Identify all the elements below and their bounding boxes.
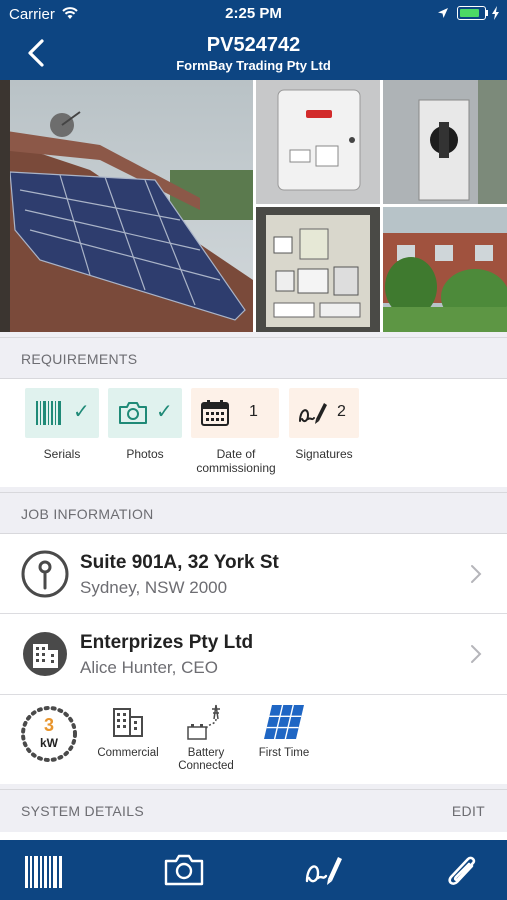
photo-grid: [0, 80, 507, 332]
battery-label-line1: Battery: [187, 747, 225, 759]
system-size-value: 3: [43, 715, 54, 735]
edit-button[interactable]: EDIT: [452, 803, 485, 819]
system-details-header-label: SYSTEM DETAILS: [21, 803, 144, 819]
requirement-serials[interactable]: ✓: [25, 388, 99, 438]
requirements-header: REQUIREMENTS: [0, 337, 507, 379]
clock: 2:25 PM: [225, 5, 282, 22]
page-subtitle: FormBay Trading Pty Ltd: [176, 58, 331, 73]
commercial-building-icon: [113, 708, 143, 737]
company-row[interactable]: Enterprizes Pty Ltd Alice Hunter, CEO: [0, 614, 507, 695]
requirement-date-of-commissioning[interactable]: 1: [191, 388, 279, 438]
battery-connected-label: Battery Connected: [161, 747, 251, 773]
signature-icon: [299, 403, 327, 424]
pending-count: 1: [249, 403, 258, 420]
company-contact: Alice Hunter, CEO: [80, 658, 218, 677]
company-name: Enterprizes Pty Ltd: [80, 632, 254, 653]
status-bar: Carrier 2:25 PM: [0, 0, 507, 28]
requirement-photos-label: Photos: [126, 447, 164, 461]
system-size-unit: kW: [40, 736, 58, 750]
charging-bolt-icon: [492, 6, 499, 20]
photo-isolator-switch[interactable]: [383, 80, 507, 204]
photo-roof-panels[interactable]: [0, 80, 253, 332]
solar-panel-icon: [264, 705, 304, 739]
job-information-header-label: JOB INFORMATION: [21, 506, 154, 522]
location-arrow-icon: [438, 8, 448, 18]
address-row[interactable]: Suite 901A, 32 York St Sydney, NSW 2000: [0, 534, 507, 614]
system-size-badge: 3 kW: [20, 705, 78, 763]
camera-icon: [119, 402, 147, 424]
first-time-label: First Time: [258, 747, 310, 759]
requirement-signatures[interactable]: 2: [289, 388, 359, 438]
address-line2: Sydney, NSW 2000: [80, 578, 228, 597]
battery-grid-icon: [187, 704, 220, 740]
chevron-right-icon: [471, 645, 482, 663]
chevron-right-icon: [471, 565, 482, 583]
pending-count: 2: [337, 403, 346, 420]
requirement-date-label: Date of commissioning: [196, 447, 276, 475]
commercial-label: Commercial: [97, 747, 159, 759]
requirements-panel: ✓ Serials ✓ Photos 1 Date of commissioni…: [0, 379, 507, 487]
check-icon: ✓: [156, 401, 173, 423]
requirement-signatures-label: Signatures: [295, 447, 353, 461]
requirements-header-label: REQUIREMENTS: [21, 351, 138, 367]
barcode-icon: [36, 401, 61, 425]
calendar-icon: [201, 400, 229, 426]
job-information-header: JOB INFORMATION: [0, 492, 507, 534]
requirement-photos[interactable]: ✓: [108, 388, 182, 438]
battery-label-line2: Connected: [178, 760, 234, 772]
check-icon: ✓: [73, 401, 90, 423]
system-details-header: SYSTEM DETAILS EDIT: [0, 789, 507, 832]
location-pin-icon: [21, 550, 69, 598]
photo-house-garden[interactable]: [383, 207, 507, 332]
battery-icon: [457, 6, 486, 20]
signature-icon[interactable]: [304, 851, 344, 889]
barcode-icon[interactable]: [25, 856, 63, 888]
system-details-content: [0, 832, 507, 840]
paperclip-icon[interactable]: [444, 852, 480, 890]
photo-switchboard[interactable]: [256, 207, 380, 332]
photo-inverter[interactable]: [256, 80, 380, 204]
building-icon: [23, 632, 67, 676]
page-title: PV524742: [206, 34, 301, 56]
tab-bar: [0, 840, 507, 900]
address-line1: Suite 901A, 32 York St: [80, 552, 279, 573]
camera-icon[interactable]: [164, 854, 204, 886]
nav-bar: PV524742 FormBay Trading Pty Ltd: [0, 28, 507, 80]
job-properties: 3 kW Commercial Battery Connected First …: [0, 695, 507, 784]
